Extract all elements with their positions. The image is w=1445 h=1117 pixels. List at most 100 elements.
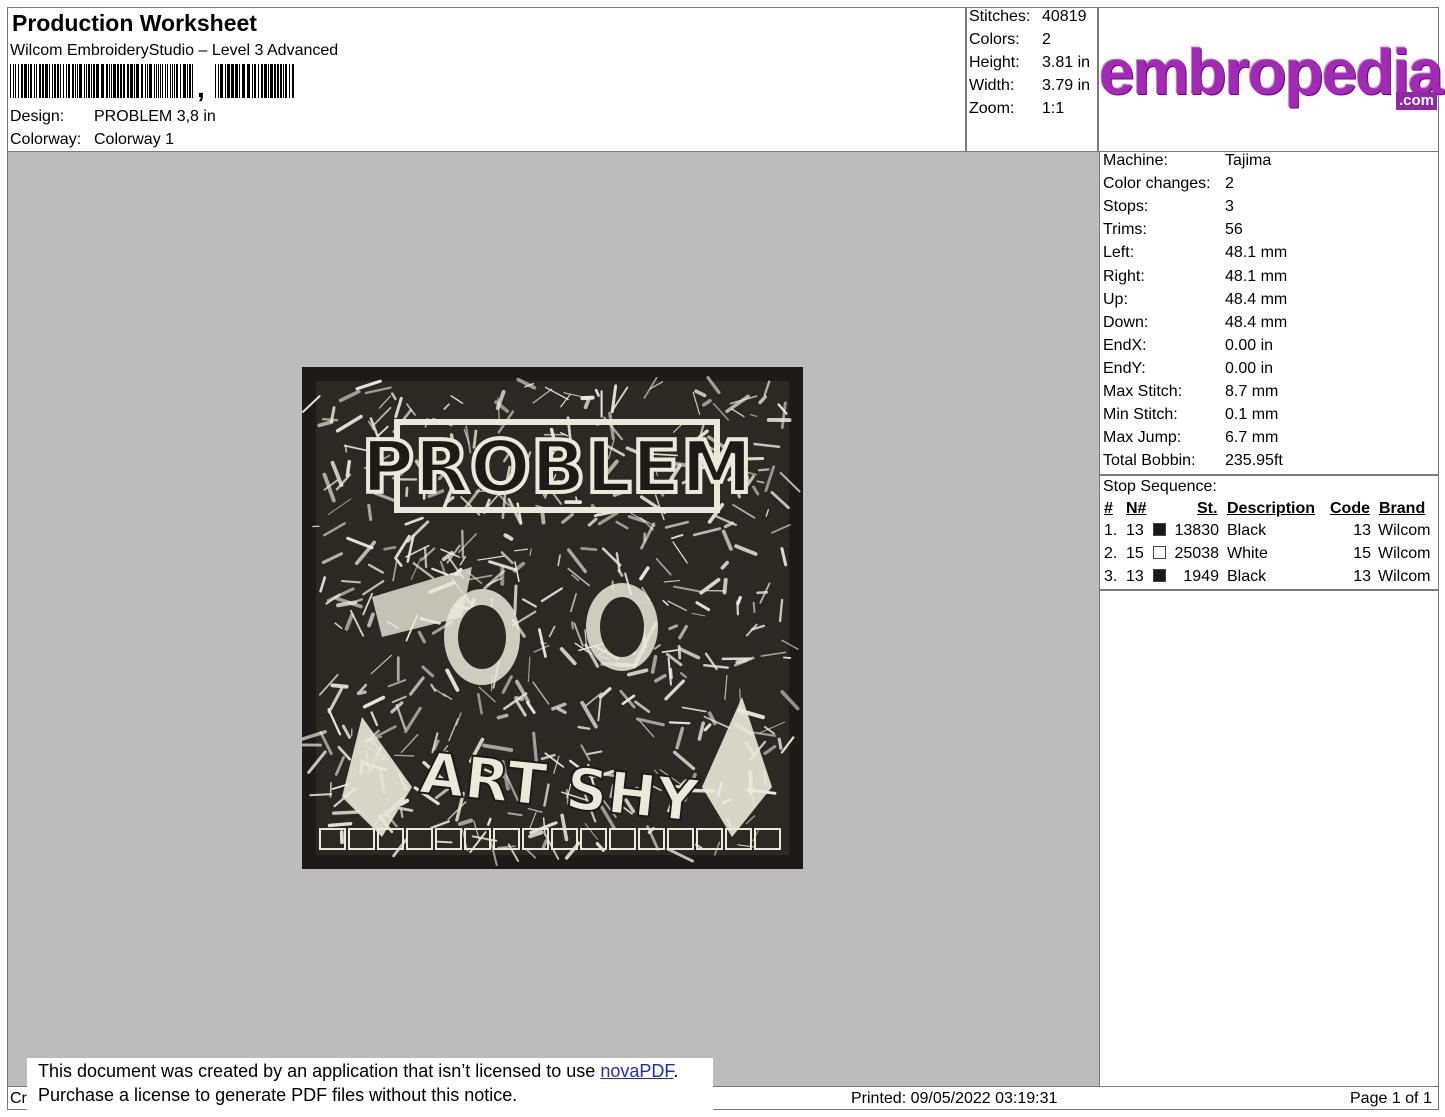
summary-label: Colors: bbox=[969, 31, 1020, 48]
summary-value: 2 bbox=[1042, 31, 1051, 48]
stitch-mark bbox=[331, 810, 361, 815]
detail-row: Stops: 3 bbox=[1103, 198, 1433, 220]
barcode-bar bbox=[45, 64, 48, 98]
barcode-bar bbox=[172, 64, 173, 98]
barcode-bar bbox=[242, 64, 245, 98]
detail-value: 0.00 in bbox=[1225, 336, 1274, 354]
barcode-bar bbox=[261, 64, 263, 98]
stitch-mark bbox=[580, 547, 598, 552]
stitch-mark bbox=[330, 683, 349, 689]
stitch-mark bbox=[783, 656, 792, 659]
detail-row: Min Stitch: 0.1 mm bbox=[1103, 406, 1433, 428]
license-notice: This document was created by an applicat… bbox=[27, 1058, 713, 1110]
detail-value: 48.4 mm bbox=[1225, 313, 1288, 331]
stop-stitches: 13830 bbox=[1174, 522, 1220, 539]
stop-brand: Wilcom bbox=[1378, 522, 1431, 539]
barcode-bar bbox=[79, 64, 82, 98]
colorway-label: Colorway: bbox=[10, 131, 82, 148]
stitch-mark bbox=[400, 808, 404, 818]
barcode-bar bbox=[280, 64, 282, 98]
stitch-mark bbox=[583, 397, 591, 410]
barcode-bar bbox=[176, 64, 178, 98]
barcode-bar bbox=[34, 64, 35, 98]
detail-value: 0.1 mm bbox=[1225, 406, 1279, 424]
barcode-bar bbox=[220, 64, 223, 98]
detail-label: Min Stitch: bbox=[1103, 406, 1178, 424]
barcode-bar bbox=[154, 64, 155, 98]
col-code: Code bbox=[1330, 500, 1370, 517]
barcode-bar bbox=[49, 64, 50, 98]
barcode-bar bbox=[54, 64, 56, 98]
barcode-bar bbox=[127, 64, 129, 98]
barcode-bar bbox=[167, 64, 168, 98]
stop-num: 1. bbox=[1104, 522, 1118, 539]
logo-text: embropedia bbox=[1099, 36, 1444, 108]
summary-value: 3.81 in bbox=[1042, 54, 1091, 71]
printed-date: Printed: 09/05/2022 03:19:31 bbox=[851, 1090, 1058, 1107]
barcode-bar bbox=[84, 64, 85, 98]
barcode-bar bbox=[149, 64, 152, 98]
barcode-bar bbox=[72, 64, 74, 98]
detail-row: Right: 48.1 mm bbox=[1103, 268, 1433, 290]
stop-description: Black bbox=[1227, 522, 1267, 539]
barcode-bar bbox=[106, 64, 108, 98]
detail-value: 56 bbox=[1225, 221, 1243, 239]
barcode-bar bbox=[91, 64, 92, 98]
stitch-mark bbox=[461, 529, 465, 559]
stitch-mark bbox=[309, 793, 333, 797]
detail-value: 8.7 mm bbox=[1225, 383, 1279, 400]
notice-line2: Purchase a license to generate PDF files… bbox=[38, 1085, 518, 1105]
barcode-bar bbox=[109, 64, 110, 98]
stop-num: 3. bbox=[1104, 568, 1118, 585]
stop-needle: 13 bbox=[1126, 522, 1144, 539]
barcode-bar bbox=[93, 64, 95, 98]
detail-value: 48.1 mm bbox=[1225, 244, 1288, 262]
stop-code: 13 bbox=[1353, 522, 1371, 539]
barcode-bar bbox=[66, 64, 67, 98]
design-label: Design: bbox=[10, 108, 65, 125]
detail-label: Max Stitch: bbox=[1103, 383, 1183, 400]
barcode-bar bbox=[277, 64, 279, 98]
detail-row: Color changes: 2 bbox=[1103, 175, 1433, 197]
notice-line1: This document was created by an applicat… bbox=[38, 1061, 601, 1081]
stitch-mark bbox=[580, 395, 595, 401]
detail-value: Tajima bbox=[1225, 152, 1272, 169]
barcode-bar bbox=[60, 64, 61, 98]
detail-row: Down: 48.4 mm bbox=[1103, 314, 1433, 336]
barcode-bar bbox=[130, 64, 133, 98]
summary-label: Zoom: bbox=[969, 100, 1015, 117]
barcode-bar bbox=[174, 64, 175, 98]
barcode-bar bbox=[231, 64, 234, 98]
stop-code: 15 bbox=[1353, 545, 1371, 562]
stop-num: 2. bbox=[1104, 545, 1118, 562]
stitch-mark bbox=[383, 545, 397, 551]
logo-domain: .com bbox=[1395, 92, 1437, 110]
barcode-bar bbox=[86, 64, 87, 98]
barcode-bar bbox=[36, 64, 37, 98]
design-value: PROBLEM 3,8 in bbox=[94, 108, 216, 125]
barcode-bar bbox=[18, 64, 19, 98]
empty-panel bbox=[1099, 589, 1439, 1087]
detail-value: 2 bbox=[1225, 175, 1234, 193]
summary-value: 3.79 in bbox=[1042, 77, 1091, 94]
detail-label: Stops: bbox=[1103, 198, 1149, 216]
barcode-bar bbox=[75, 64, 76, 98]
detail-label: Machine: bbox=[1103, 152, 1168, 169]
barcode-bar bbox=[68, 64, 70, 98]
created-prefix: Cr bbox=[10, 1090, 27, 1107]
barcode-bar bbox=[145, 64, 146, 98]
problem-text: PROBLEM bbox=[361, 425, 752, 509]
thread-swatch bbox=[1153, 569, 1166, 582]
barcode-bar bbox=[39, 64, 41, 98]
novapdf-link[interactable]: novaPDF bbox=[600, 1061, 673, 1081]
barcode-bar bbox=[274, 64, 276, 98]
barcode-bar bbox=[28, 64, 29, 98]
barcode-bar bbox=[189, 64, 191, 98]
barcode-bar bbox=[21, 64, 23, 98]
stitch-mark bbox=[321, 417, 339, 422]
detail-value: 48.4 mm bbox=[1225, 290, 1288, 308]
detail-row: EndY: 0.00 in bbox=[1103, 360, 1433, 382]
col-needle: N# bbox=[1126, 500, 1147, 517]
summary-value: 1:1 bbox=[1042, 100, 1065, 117]
stitch-mark bbox=[327, 822, 353, 828]
